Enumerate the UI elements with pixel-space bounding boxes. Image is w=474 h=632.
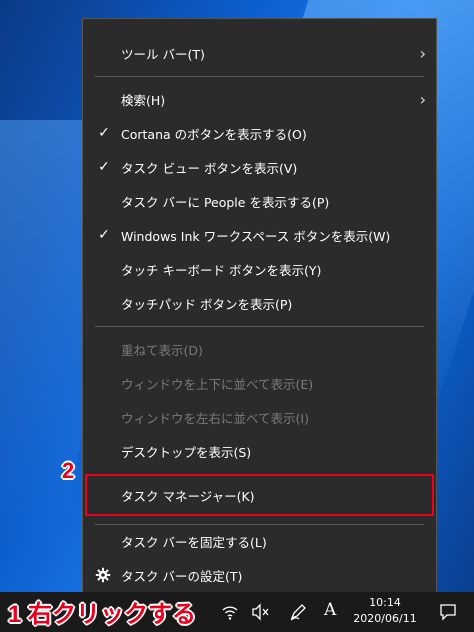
menu-item-label: タスク マネージャー(K) (121, 488, 255, 504)
menu-separator (95, 474, 424, 475)
menu-item-label: Windows Ink ワークスペース ボタンを表示(W) (121, 228, 391, 244)
menu-item-show-people[interactable]: タスク バーに People を表示する(P) (83, 185, 436, 217)
network-icon[interactable] (220, 602, 240, 622)
clock-time: 10:14 (369, 596, 401, 609)
chevron-right-icon: › (419, 43, 426, 63)
menu-item-search[interactable]: 検索(H) › (83, 83, 436, 115)
clock-date: 2020/06/11 (353, 612, 417, 625)
menu-item-label: デスクトップを表示(S) (121, 444, 252, 460)
menu-item-label: タスク ビュー ボタンを表示(V) (121, 160, 298, 176)
menu-separator (95, 326, 424, 327)
menu-item-label: タッチ キーボード ボタンを表示(Y) (121, 262, 322, 278)
menu-item-label: タスク バーを固定する(L) (121, 534, 267, 550)
menu-item-show-windows-ink[interactable]: ✓ Windows Ink ワークスペース ボタンを表示(W) (83, 219, 436, 251)
menu-item-show-desktop[interactable]: デスクトップを表示(S) (83, 435, 436, 467)
notification-icon[interactable] (438, 602, 458, 622)
menu-item-label: 検索(H) (121, 92, 166, 108)
menu-item-label: ツール バー(T) (121, 46, 205, 62)
menu-item-lock-taskbar[interactable]: タスク バーを固定する(L) (83, 525, 436, 557)
check-icon: ✓ (98, 227, 110, 243)
check-icon: ✓ (98, 125, 110, 141)
menu-item-label: Cortana のボタンを表示する(O) (121, 126, 307, 142)
menu-item-label: タスク バーに People を表示する(P) (121, 194, 330, 210)
menu-item-show-touchpad[interactable]: タッチパッド ボタンを表示(P) (83, 287, 436, 319)
step-1-callout: 1 右クリックする (8, 601, 197, 628)
pen-icon[interactable] (288, 602, 308, 622)
menu-item-task-manager[interactable]: タスク マネージャー(K) (83, 479, 436, 511)
volume-muted-icon[interactable] (250, 602, 270, 622)
taskbar-context-menu: ツール バー(T) › 検索(H) › ✓ Cortana のボタンを表示する(… (82, 18, 437, 598)
menu-item-taskbar-settings[interactable]: タスク バーの設定(T) (83, 559, 436, 591)
clock[interactable]: 10:14 2020/06/11 (352, 595, 418, 627)
menu-item-label: 重ねて表示(D) (121, 342, 203, 358)
menu-item-toolbars[interactable]: ツール バー(T) › (83, 37, 436, 69)
chevron-right-icon: › (419, 89, 426, 109)
menu-item-label: タッチパッド ボタンを表示(P) (121, 296, 293, 312)
check-icon: ✓ (98, 159, 110, 175)
menu-item-show-touch-keyboard[interactable]: タッチ キーボード ボタンを表示(Y) (83, 253, 436, 285)
menu-item-cascade: 重ねて表示(D) (83, 333, 436, 365)
step-2-marker: 2 (62, 458, 75, 483)
menu-item-side-by-side: ウィンドウを左右に並べて表示(I) (83, 401, 436, 433)
menu-item-label: ウィンドウを上下に並べて表示(E) (121, 376, 314, 392)
menu-separator (95, 76, 424, 77)
menu-item-show-cortana[interactable]: ✓ Cortana のボタンを表示する(O) (83, 117, 436, 149)
menu-item-stack-windows: ウィンドウを上下に並べて表示(E) (83, 367, 436, 399)
menu-item-label: ウィンドウを左右に並べて表示(I) (121, 410, 309, 426)
menu-item-label: タスク バーの設定(T) (121, 568, 243, 584)
gear-icon (95, 567, 111, 583)
ime-icon[interactable]: A (324, 600, 336, 620)
menu-item-show-task-view[interactable]: ✓ タスク ビュー ボタンを表示(V) (83, 151, 436, 183)
